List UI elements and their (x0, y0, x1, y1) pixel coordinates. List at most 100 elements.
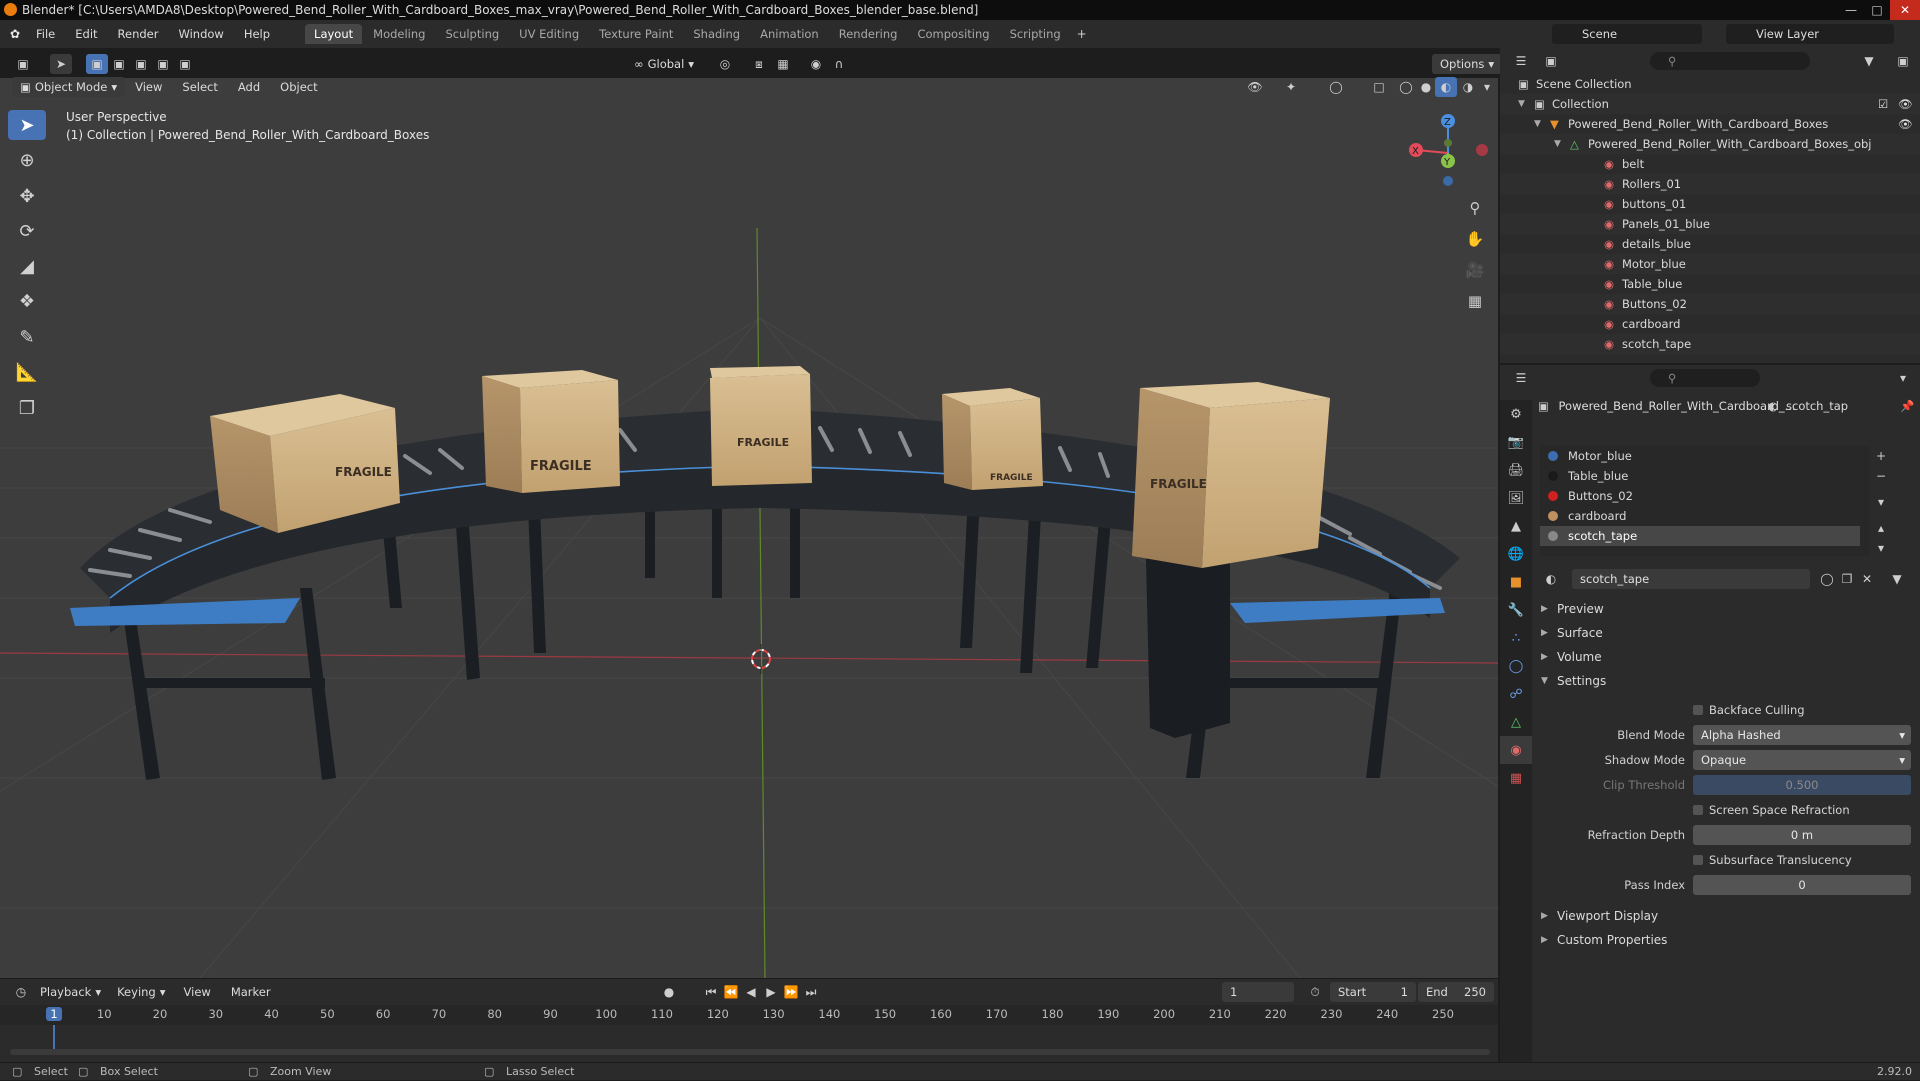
overlay-toggle-icon[interactable]: ◯ (1325, 77, 1347, 97)
shadow-mode-dropdown[interactable]: Opaque ▾ (1693, 750, 1911, 770)
view-layer-selector[interactable]: View Layer (1726, 24, 1894, 44)
frame-ruler[interactable]: 1 10 20 30 40 50 60 70 80 90 100 110 120 130 140 150 160… (0, 1005, 1498, 1055)
shading-wireframe-icon[interactable]: ◯ (1395, 77, 1417, 97)
pan-hand-icon[interactable]: ✋ (1462, 226, 1488, 252)
ssr-checkbox[interactable]: Screen Space Refraction (1693, 800, 1850, 820)
outliner-scene-collection[interactable]: ▣ Scene Collection (1500, 74, 1920, 94)
panel-settings[interactable]: ▼ Settings (1535, 669, 1910, 693)
tab-view-layer[interactable]: 🖼 (1500, 484, 1532, 512)
play-icon[interactable]: ▶ (760, 982, 782, 1002)
tab-compositing[interactable]: Compositing (908, 24, 998, 44)
display-mode-icon[interactable]: ▣ (1540, 51, 1562, 71)
tab-animation[interactable]: Animation (751, 24, 828, 44)
start-frame-field[interactable]: Start 1 (1330, 982, 1416, 1002)
play-reverse-icon[interactable]: ◀ (740, 982, 762, 1002)
outliner-material-cardboard[interactable]: ◉ cardboard (1500, 314, 1920, 334)
tab-particles[interactable]: ∴ (1500, 624, 1532, 652)
material-slot-cardboard[interactable]: cardboard (1540, 506, 1860, 526)
menu-file[interactable]: File (26, 20, 65, 48)
transform-orientation[interactable]: ∞ Global ▾ (626, 54, 702, 74)
prev-keyframe-icon[interactable]: ⏪ (720, 982, 742, 1002)
shading-material-icon[interactable]: ◐ (1435, 77, 1457, 97)
scene-selector[interactable]: Scene (1552, 24, 1702, 44)
object-mode-dropdown[interactable]: ▣ Object Mode ▾ (12, 77, 126, 97)
tab-texture-paint[interactable]: Texture Paint (590, 24, 682, 44)
navigation-gizmo[interactable]: X Z Y (1400, 105, 1490, 195)
scale-tool[interactable]: ◢ (8, 251, 46, 281)
tab-tool[interactable]: ⚙ (1500, 400, 1532, 428)
outliner-material-details-blue[interactable]: ◉ details_blue (1500, 234, 1920, 254)
gizmo-neg-x-icon[interactable] (1476, 144, 1488, 156)
blender-menu-icon[interactable]: ✿ (4, 24, 26, 44)
keying-menu[interactable]: Keying ▾ (109, 982, 173, 1002)
menu-render[interactable]: Render (108, 20, 169, 48)
next-keyframe-icon[interactable]: ⏩ (780, 982, 802, 1002)
vp-menu-select[interactable]: Select (172, 73, 227, 101)
browse-material-icon[interactable]: ◐ (1540, 569, 1562, 589)
tab-sculpting[interactable]: Sculpting (436, 24, 508, 44)
mode-invert-icon[interactable]: ▣ (152, 54, 174, 74)
pass-index-field[interactable]: 0 (1693, 875, 1911, 895)
remove-slot-icon[interactable]: − (1870, 466, 1892, 486)
outliner-mesh[interactable]: ▼ △ Powered_Bend_Roller_With_Cardboard_Box… (1500, 134, 1920, 154)
slot-specials-icon[interactable]: ▾ (1870, 492, 1892, 512)
material-name-field[interactable]: scotch_tape (1572, 569, 1810, 589)
snap-target-icon[interactable]: ▦ (772, 54, 794, 74)
shading-solid-icon[interactable]: ● (1415, 77, 1437, 97)
ortho-grid-icon[interactable]: ▦ (1462, 288, 1488, 314)
mode-subtract-icon[interactable]: ▣ (130, 54, 152, 74)
clip-threshold-slider[interactable]: 0.500 (1693, 775, 1911, 795)
end-frame-field[interactable]: End 250 (1418, 982, 1494, 1002)
add-cube-tool[interactable]: ❐ (8, 393, 46, 423)
outliner-collection[interactable]: ▼ ▣ Collection ☑ 👁 (1500, 94, 1920, 114)
backface-culling-checkbox[interactable]: Backface Culling (1693, 700, 1805, 720)
new-collection-icon[interactable]: ▣ (1892, 51, 1914, 71)
outliner-material-buttons-02[interactable]: ◉ Buttons_02 (1500, 294, 1920, 314)
playback-menu[interactable]: Playback ▾ (32, 982, 109, 1002)
tab-world[interactable]: 🌐 (1500, 540, 1532, 568)
add-slot-icon[interactable]: + (1870, 446, 1892, 466)
menu-window[interactable]: Window (168, 20, 233, 48)
outliner-material-belt[interactable]: ◉ belt (1500, 154, 1920, 174)
tab-layout[interactable]: Layout (305, 24, 363, 44)
outliner-material-table-blue[interactable]: ◉ Table_blue (1500, 274, 1920, 294)
add-workspace-icon[interactable]: + (1071, 24, 1093, 44)
vp-menu-add[interactable]: Add (228, 73, 270, 101)
node-filter-icon[interactable]: ▼ (1886, 569, 1908, 589)
measure-tool[interactable]: 📐 (8, 357, 46, 387)
tab-scene[interactable]: ▲ (1500, 512, 1532, 540)
menu-help[interactable]: Help (234, 20, 280, 48)
move-slot-up-icon[interactable]: ▴ (1870, 518, 1892, 538)
cursor-tool[interactable]: ⊕ (8, 145, 46, 175)
tab-render[interactable]: 📷 (1500, 428, 1532, 456)
transform-tool[interactable]: ❖ (8, 286, 46, 316)
tab-output[interactable]: 🖨 (1500, 456, 1532, 484)
timeline-view-menu[interactable]: View (174, 978, 221, 1006)
vp-menu-view[interactable]: View (125, 73, 172, 101)
xray-toggle-icon[interactable]: □ (1368, 77, 1390, 97)
eye-icon[interactable]: 👁 (1898, 94, 1913, 114)
timeline-editor-type-icon[interactable]: ◷ (10, 982, 32, 1002)
mode-extend-icon[interactable]: ▣ (108, 54, 130, 74)
gizmo-neg-y-icon[interactable] (1444, 139, 1452, 147)
disclosure-arrow-icon[interactable]: ▼ (1518, 94, 1525, 114)
tab-scripting[interactable]: Scripting (1001, 24, 1070, 44)
move-tool[interactable]: ✥ (8, 181, 46, 211)
exclude-checkbox-icon[interactable]: ☑ (1878, 94, 1888, 114)
outliner-material-buttons-01[interactable]: ◉ buttons_01 (1500, 194, 1920, 214)
tab-modifiers[interactable]: 🔧 (1500, 596, 1532, 624)
unlink-material-icon[interactable]: ✕ (1856, 569, 1878, 589)
outliner-material-motor-blue[interactable]: ◉ Motor_blue (1500, 254, 1920, 274)
gizmo-neg-z-icon[interactable] (1443, 176, 1453, 186)
tab-physics[interactable]: ◯ (1500, 652, 1532, 680)
material-slot-table-blue[interactable]: Table_blue (1540, 466, 1860, 486)
panel-surface[interactable]: ▶ Surface (1535, 621, 1910, 645)
tab-modeling[interactable]: Modeling (364, 24, 434, 44)
jump-end-icon[interactable]: ⏭ (800, 982, 822, 1002)
camera-icon[interactable]: 🎥 (1462, 257, 1488, 283)
select-box-tool[interactable]: ➤ (8, 110, 46, 140)
tab-rendering[interactable]: Rendering (830, 24, 907, 44)
falloff-icon[interactable]: ∩ (828, 54, 850, 74)
move-slot-down-icon[interactable]: ▾ (1870, 538, 1892, 558)
outliner-search-input[interactable]: ⚲ (1650, 52, 1810, 70)
